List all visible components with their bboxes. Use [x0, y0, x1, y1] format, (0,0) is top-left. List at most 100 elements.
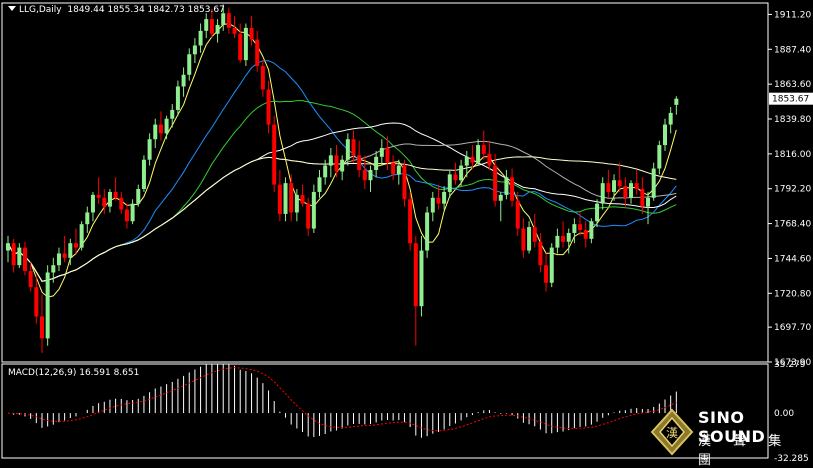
price-axis: 1911.20 1887.40 1863.60 1839.80 1816.00 1792.… — [768, 10, 813, 368]
price-tick-label: 1911.20 — [774, 10, 811, 20]
candle — [430, 191, 435, 222]
candle — [419, 235, 424, 317]
candle — [192, 38, 197, 64]
price-tick-label: 1863.60 — [774, 80, 811, 90]
candle — [283, 177, 288, 222]
price-tick-label: 1816.00 — [774, 150, 811, 160]
candle — [589, 218, 594, 244]
candle — [447, 169, 452, 198]
candlestick-series — [6, 4, 679, 354]
candle — [470, 145, 475, 169]
candle — [96, 177, 101, 204]
candle — [629, 180, 634, 204]
candle — [232, 16, 237, 39]
candle — [640, 177, 645, 214]
candle — [113, 177, 118, 201]
candle — [238, 23, 243, 64]
candle — [289, 174, 294, 222]
candle — [651, 162, 656, 201]
candle — [249, 16, 254, 46]
candle — [255, 30, 260, 72]
svg-text:漢: 漢 — [666, 426, 678, 440]
candle — [391, 155, 396, 181]
price-tick-label: 1887.40 — [774, 45, 811, 55]
candle — [187, 48, 192, 81]
candle — [408, 191, 413, 251]
candle — [663, 118, 668, 151]
candle — [141, 155, 146, 192]
candle — [498, 191, 503, 222]
candle — [532, 213, 537, 248]
candle — [323, 159, 328, 185]
candle — [56, 247, 61, 272]
candle — [487, 140, 492, 170]
candle — [453, 162, 458, 185]
candle — [107, 189, 112, 213]
price-tick-label: 1768.40 — [774, 220, 811, 230]
candle — [130, 199, 135, 225]
candle — [459, 159, 464, 187]
candle — [11, 238, 16, 273]
candle — [17, 243, 22, 269]
candle — [555, 228, 560, 254]
chart-header: LLG,Daily 1849.44 1855.34 1842.73 1853.6… — [8, 5, 225, 15]
candle — [22, 241, 27, 276]
candle — [164, 115, 169, 140]
candle — [317, 169, 322, 198]
candle — [39, 294, 44, 354]
candle — [623, 177, 628, 207]
candle — [158, 111, 163, 141]
candle — [634, 169, 639, 195]
ohlc-values: 1849.44 1855.34 1842.73 1853.67 — [67, 5, 225, 15]
candle — [243, 23, 248, 66]
candle — [476, 139, 481, 166]
candle — [425, 206, 430, 258]
macd-label: MACD(12,26,9) 16.591 8.651 — [8, 368, 140, 378]
logo-chinese: 漢 聲 集 團 — [698, 434, 791, 468]
candle — [668, 106, 673, 134]
candle — [510, 168, 515, 207]
candle — [204, 13, 209, 39]
candle — [90, 191, 95, 222]
candle — [226, 7, 231, 34]
candle — [102, 189, 107, 214]
candle — [119, 191, 124, 214]
candle — [351, 130, 356, 163]
candle — [181, 67, 186, 97]
candle — [340, 155, 345, 181]
candle — [583, 221, 588, 248]
candle — [544, 253, 549, 292]
candle — [379, 139, 384, 166]
candle — [561, 221, 566, 248]
candle — [674, 96, 679, 115]
candle — [481, 130, 486, 160]
candle — [277, 169, 282, 222]
candle — [464, 150, 469, 178]
candle — [368, 165, 373, 192]
sino-sound-logo: 漢 SINO SOUND 漢 聲 集 團 — [648, 404, 810, 468]
candle — [374, 150, 379, 178]
candle — [260, 60, 265, 97]
price-tick-label: 1839.80 — [774, 115, 811, 125]
macd-header: MACD(12,26,9) 16.591 8.651 — [8, 368, 139, 378]
candle — [6, 235, 10, 263]
price-chart: 35.2790.00-32.285 1911.201887.401863.601… — [1, 2, 813, 461]
candle — [266, 80, 271, 134]
price-tick-label: 1720.80 — [774, 289, 811, 299]
candle — [612, 174, 617, 201]
candle — [62, 235, 67, 263]
candle — [521, 218, 526, 258]
dropdown-arrow-icon[interactable] — [8, 6, 16, 11]
candle — [198, 23, 203, 53]
price-tick-label: 1744.60 — [774, 254, 811, 264]
candle — [311, 184, 316, 233]
candle — [124, 203, 129, 229]
last-price-label: 1853.67 — [772, 95, 809, 105]
price-tick-label: 1697.70 — [774, 323, 811, 333]
candle — [175, 80, 180, 116]
candle — [595, 199, 600, 228]
candle — [85, 206, 90, 233]
candle — [34, 275, 39, 324]
price-tick-label: 1792.20 — [774, 185, 811, 195]
candle — [147, 133, 152, 166]
